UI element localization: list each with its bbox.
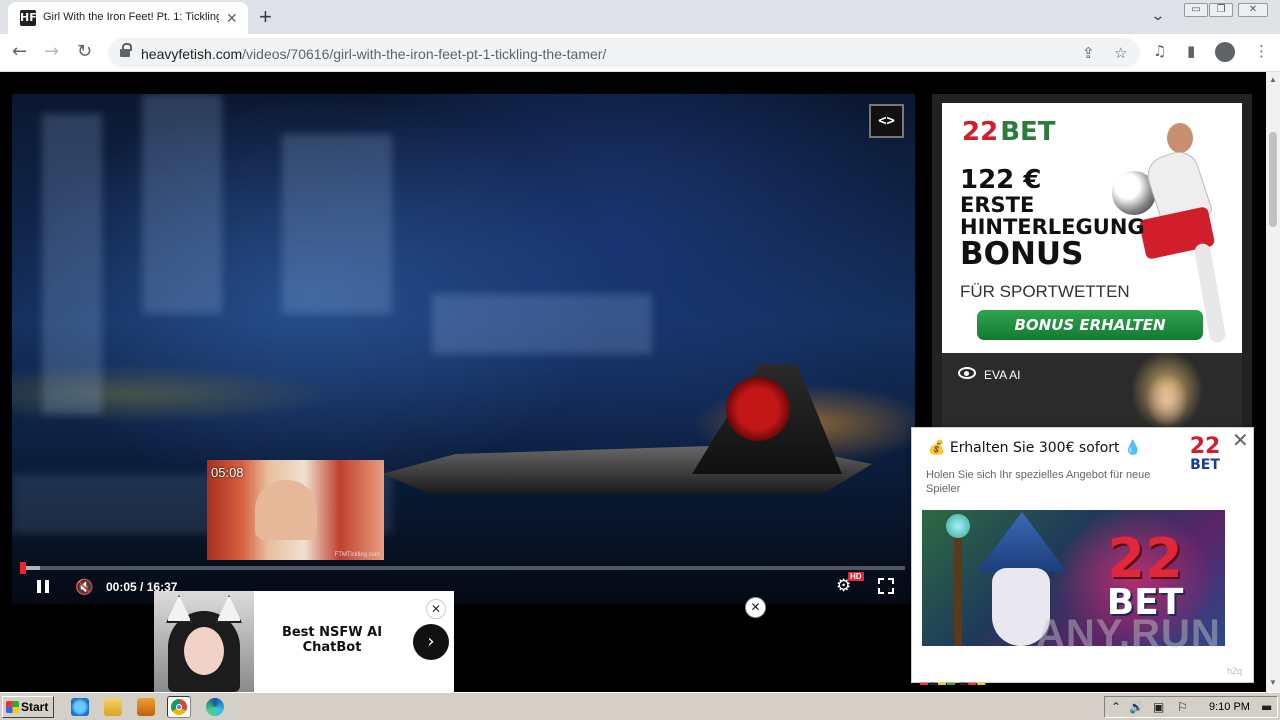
preview-time: 05:08: [211, 465, 244, 480]
seek-bar[interactable]: [22, 566, 905, 570]
seek-preview-thumbnail: 05:08 FTMTickling.com: [207, 460, 384, 560]
bet-logo: 22BET: [962, 117, 1056, 147]
media-player-icon[interactable]: [137, 698, 155, 716]
scroll-down-icon[interactable]: ▼: [1269, 678, 1277, 687]
clock[interactable]: 9:10 PM: [1209, 701, 1250, 713]
eva-ai-label: EVA AI: [984, 368, 1021, 382]
ad-close-icon[interactable]: ✕: [426, 599, 446, 619]
current-time: 00:05: [106, 580, 137, 594]
bet-logo-num: 22: [962, 117, 999, 147]
popup-brand-logo: 22 BET: [1185, 434, 1225, 473]
address-bar[interactable]: heavyfetish.com/videos/70616/girl-with-t…: [108, 38, 1140, 68]
hd-badge: HD: [848, 572, 864, 581]
show-desktop-icon[interactable]: ▬: [1261, 700, 1272, 714]
nsfw-ad-title: Best NSFW AI ChatBot: [281, 625, 383, 655]
action-center-flag-icon[interactable]: ⚐: [1177, 700, 1188, 714]
site-favicon-icon: HF: [20, 10, 37, 26]
media-control-icon[interactable]: ♫: [1153, 42, 1166, 60]
ad-close-button[interactable]: ✕: [745, 597, 766, 618]
video-player[interactable]: <> 05:08 FTMTickling.com 🔇 00:05 / 16:37…: [12, 94, 915, 604]
popup-close-icon[interactable]: ✕: [1232, 430, 1249, 450]
bet-logo-word: BET: [1000, 117, 1056, 147]
popup-description: Holen Sie sich Ihr spezielles Angebot fü…: [926, 469, 1151, 495]
side-panel-icon[interactable]: ▮: [1187, 42, 1195, 60]
eva-ai-portrait: [1122, 353, 1212, 428]
url-host: heavyfetish.com: [141, 46, 243, 62]
reload-button[interactable]: ↻: [77, 41, 92, 63]
popup-footer-text: h2q: [1227, 666, 1243, 676]
volume-icon[interactable]: 🔊: [1129, 700, 1144, 714]
new-tab-button[interactable]: +: [259, 4, 272, 30]
preview-image: [255, 480, 317, 540]
close-window-button[interactable]: ✕: [1238, 3, 1268, 17]
bet-subline: FÜR SPORTWETTEN: [960, 282, 1130, 301]
embed-code-button[interactable]: <>: [869, 104, 904, 138]
seek-handle[interactable]: [20, 562, 26, 574]
tab-title: Girl With the Iron Feet! Pt. 1: Tickling…: [43, 11, 219, 23]
anyrun-watermark: ANY.RUN: [1036, 612, 1221, 656]
fullscreen-icon[interactable]: [878, 578, 894, 594]
maximize-button[interactable]: ❐: [1209, 3, 1233, 17]
scroll-up-icon[interactable]: ▲: [1269, 75, 1277, 84]
time-separator: /: [140, 580, 144, 594]
bet-line-hinterlegung: HINTERLEGUNG: [960, 215, 1145, 240]
chrome-icon[interactable]: [167, 696, 191, 718]
lock-icon[interactable]: [120, 43, 132, 59]
network-icon[interactable]: ▣: [1153, 700, 1164, 714]
popup-brand-num: 22: [1107, 527, 1183, 590]
scrollbar-thumb[interactable]: [1269, 132, 1277, 227]
back-button[interactable]: ←: [12, 41, 27, 63]
windows-logo-icon: [6, 701, 19, 713]
tab-close-icon[interactable]: ✕: [226, 10, 238, 26]
popup-title: 💰 Erhalten Sie 300€ sofort 💧: [928, 440, 1142, 456]
start-button[interactable]: Start: [2, 696, 54, 718]
ie-icon[interactable]: [71, 698, 89, 716]
ad-portrait: [154, 591, 254, 692]
video-frame-blur: [432, 294, 652, 354]
browser-toolbar: ← → ↻ heavyfetish.com/videos/70616/girl-…: [0, 34, 1280, 72]
popup-logo-num: 22: [1189, 434, 1221, 459]
pause-icon[interactable]: [37, 580, 49, 593]
bet-headline: 122 € ERSTE HINTERLEGUNG BONUS: [960, 165, 1145, 273]
share-icon[interactable]: ⇪: [1082, 44, 1095, 62]
popup-dot-strip: ▬▬▬▬ ▬▬▬: [920, 678, 987, 687]
forward-button[interactable]: →: [44, 41, 59, 63]
bet-amount: 122 €: [960, 165, 1042, 195]
popup-logo-word: BET: [1190, 457, 1220, 473]
bet-banner-ad[interactable]: 22BET 122 € ERSTE HINTERLEGUNG BONUS FÜR…: [942, 103, 1242, 353]
preview-watermark: FTMTickling.com: [334, 552, 380, 558]
edge-icon[interactable]: [206, 698, 224, 716]
video-frame-blur: [42, 114, 102, 414]
popup-image-brand: 22 BET: [1090, 527, 1200, 622]
mute-icon[interactable]: 🔇: [75, 578, 94, 596]
url-text[interactable]: heavyfetish.com/videos/70616/girl-with-t…: [141, 46, 606, 62]
video-emblem: [726, 377, 790, 441]
nsfw-chatbot-ad[interactable]: Best NSFW AI ChatBot › ✕: [154, 591, 454, 692]
eye-icon: [958, 367, 976, 379]
video-frame-blur: [282, 134, 392, 314]
explorer-icon[interactable]: [104, 698, 122, 716]
bookmark-star-icon[interactable]: ☆: [1114, 44, 1127, 62]
minimize-button[interactable]: ▭: [1184, 3, 1208, 17]
start-label: Start: [21, 700, 49, 714]
eva-ai-ad[interactable]: EVA AI: [942, 353, 1242, 428]
tray-expand-icon[interactable]: ⌃: [1111, 700, 1121, 714]
system-tray: ⌃ 🔊 ▣ ⚐ 9:10 PM ▬: [1104, 696, 1278, 718]
tab-strip: HF Girl With the Iron Feet! Pt. 1: Tickl…: [0, 0, 1280, 34]
page-scrollbar[interactable]: ▲ ▼: [1266, 72, 1280, 692]
windows-taskbar: Start ⌃ 🔊 ▣ ⚐ 9:10 PM ▬: [0, 692, 1280, 720]
bet-line-bonus: BONUS: [960, 236, 1084, 273]
tab-search-icon[interactable]: ⌄: [1150, 7, 1165, 24]
bet-line-erste: ERSTE: [960, 193, 1035, 218]
video-frame-blur: [142, 94, 222, 314]
browser-tab[interactable]: HF Girl With the Iron Feet! Pt. 1: Tickl…: [8, 2, 248, 34]
profile-avatar-icon[interactable]: [1215, 42, 1235, 62]
bonus-cta-button[interactable]: BONUS ERHALTEN: [977, 310, 1203, 340]
screen: HF Girl With the Iron Feet! Pt. 1: Tickl…: [0, 0, 1280, 720]
url-path: /videos/70616/girl-with-the-iron-feet-pt…: [242, 46, 607, 62]
chevron-right-icon[interactable]: ›: [413, 624, 449, 660]
chrome-menu-icon[interactable]: ⋮: [1254, 42, 1269, 60]
